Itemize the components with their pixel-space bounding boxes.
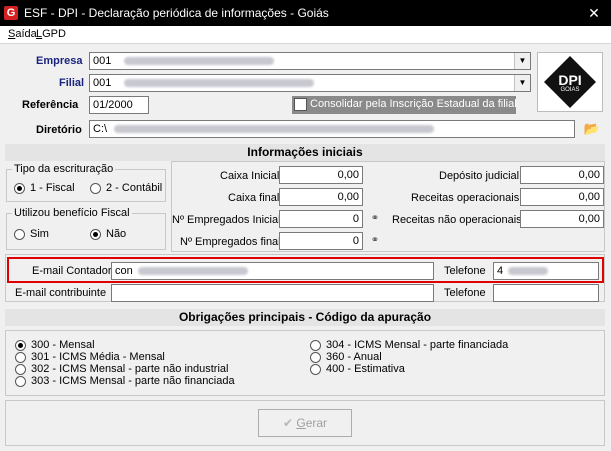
filial-value: 001 xyxy=(93,77,112,89)
empregados-final-label: Nº Empregados final xyxy=(180,236,281,248)
obrigacoes-title: Obrigações principais - Código da apuraç… xyxy=(5,309,605,326)
consolidar-checkbox-row[interactable]: Consolidar pela Inscrição Estadual da fi… xyxy=(292,96,517,114)
caixa-final-input[interactable]: 0,00 xyxy=(279,188,363,206)
diretorio-value: C:\ xyxy=(93,123,108,135)
redacted-text xyxy=(508,267,549,276)
binoculars-icon[interactable]: ⚭ xyxy=(367,233,383,249)
telefone2-input[interactable] xyxy=(493,284,599,302)
logo-subtext: GOIAS xyxy=(560,87,580,93)
filial-label: Filial xyxy=(59,77,85,89)
menu-saida[interactable]: Saída xyxy=(8,28,37,40)
email-contador-label: E-mail Contador xyxy=(32,265,112,277)
info-iniciais-title: Informações iniciais xyxy=(5,144,605,161)
email-contribuinte-label: E-mail contribuinte xyxy=(15,287,107,299)
gerar-button-label: Gerar xyxy=(296,416,328,430)
redacted-text xyxy=(114,125,435,134)
redacted-text xyxy=(124,79,315,88)
consolidar-checkbox[interactable] xyxy=(294,98,307,111)
radio-360[interactable] xyxy=(310,352,321,363)
receitas-nao-op-label: Receitas não operacionais xyxy=(392,214,522,226)
deposito-input[interactable]: 0,00 xyxy=(520,166,604,184)
radio-302-label: 302 - ICMS Mensal - parte não industrial xyxy=(31,363,229,375)
radio-nao[interactable] xyxy=(90,229,101,240)
radio-400-label: 400 - Estimativa xyxy=(326,363,405,375)
radio-fiscal[interactable] xyxy=(14,183,25,194)
radio-301[interactable] xyxy=(15,352,26,363)
close-icon[interactable]: ✕ xyxy=(585,5,603,21)
menu-lgpd[interactable]: LGPD xyxy=(36,28,66,40)
radio-303[interactable] xyxy=(15,376,26,387)
radio-contabil[interactable] xyxy=(90,183,101,194)
radio-contabil-label: 2 - Contábil xyxy=(106,182,163,194)
radio-300[interactable] xyxy=(15,340,26,351)
dpi-logo: DPI GOIAS xyxy=(537,52,603,112)
radio-301-label: 301 - ICMS Média - Mensal xyxy=(31,351,165,363)
radio-sim[interactable] xyxy=(14,229,25,240)
radio-302[interactable] xyxy=(15,364,26,375)
radio-360-label: 360 - Anual xyxy=(326,351,382,363)
caixa-inicial-input[interactable]: 0,00 xyxy=(279,166,363,184)
folder-open-icon[interactable]: 📂 xyxy=(581,119,603,139)
app-icon: G xyxy=(4,6,18,20)
empresa-value: 001 xyxy=(93,55,112,67)
diretorio-label: Diretório xyxy=(36,124,82,136)
radio-300-label: 300 - Mensal xyxy=(31,339,95,351)
binoculars-icon[interactable]: ⚭ xyxy=(367,211,383,227)
logo-text: DPI xyxy=(558,72,582,88)
empregados-inicial-label: Nº Empregados Inicial xyxy=(172,214,281,226)
escrituracao-title: Tipo da escrituração xyxy=(12,163,116,175)
receitas-op-input[interactable]: 0,00 xyxy=(520,188,604,206)
filial-dropdown-icon[interactable]: ▼ xyxy=(514,75,530,91)
radio-400[interactable] xyxy=(310,364,321,375)
empregados-final-input[interactable]: 0 xyxy=(279,232,363,250)
receitas-nao-op-input[interactable]: 0,00 xyxy=(520,210,604,228)
consolidar-label: Consolidar pela Inscrição Estadual da fi… xyxy=(310,98,517,110)
redacted-text xyxy=(137,267,248,276)
email-contribuinte-input[interactable] xyxy=(111,284,434,302)
diretorio-input[interactable]: C:\ xyxy=(89,120,575,138)
telefone-label: Telefone xyxy=(444,265,486,277)
beneficio-title: Utilizou benefício Fiscal xyxy=(12,207,132,219)
empresa-dropdown-icon[interactable]: ▼ xyxy=(514,53,530,69)
referencia-input[interactable]: 01/2000 xyxy=(89,96,149,114)
radio-304-label: 304 - ICMS Mensal - parte financiada xyxy=(326,339,509,351)
telefone2-label: Telefone xyxy=(444,287,486,299)
caixa-final-label: Caixa final xyxy=(228,192,280,204)
email-contador-input[interactable]: con xyxy=(111,262,434,280)
empregados-inicial-input[interactable]: 0 xyxy=(279,210,363,228)
title-bar: G ESF - DPI - Declaração periódica de in… xyxy=(0,0,611,26)
referencia-label: Referência xyxy=(22,99,79,111)
email-contador-value: con xyxy=(115,265,133,277)
radio-fiscal-label: 1 - Fiscal xyxy=(30,182,75,194)
gerar-button[interactable]: ✔ Gerar xyxy=(258,409,352,437)
radio-nao-label: Não xyxy=(106,228,127,240)
radio-303-label: 303 - ICMS Mensal - parte não financiada xyxy=(31,375,235,387)
caixa-inicial-label: Caixa Inicial xyxy=(220,170,280,182)
receitas-op-label: Receitas operacionais xyxy=(411,192,520,204)
radio-sim-label: Sim xyxy=(30,228,49,240)
menu-bar xyxy=(0,26,611,44)
empresa-label: Empresa xyxy=(36,55,83,67)
filial-select[interactable]: 001 xyxy=(89,74,531,92)
telefone-input[interactable]: 4 xyxy=(493,262,599,280)
empresa-select[interactable]: 001 xyxy=(89,52,531,70)
window-title: ESF - DPI - Declaração periódica de info… xyxy=(24,6,329,20)
telefone-value: 4 xyxy=(497,265,504,277)
deposito-label: Depósito judicial xyxy=(439,170,520,182)
redacted-text xyxy=(124,57,275,66)
check-icon: ✔ xyxy=(282,416,294,430)
radio-304[interactable] xyxy=(310,340,321,351)
